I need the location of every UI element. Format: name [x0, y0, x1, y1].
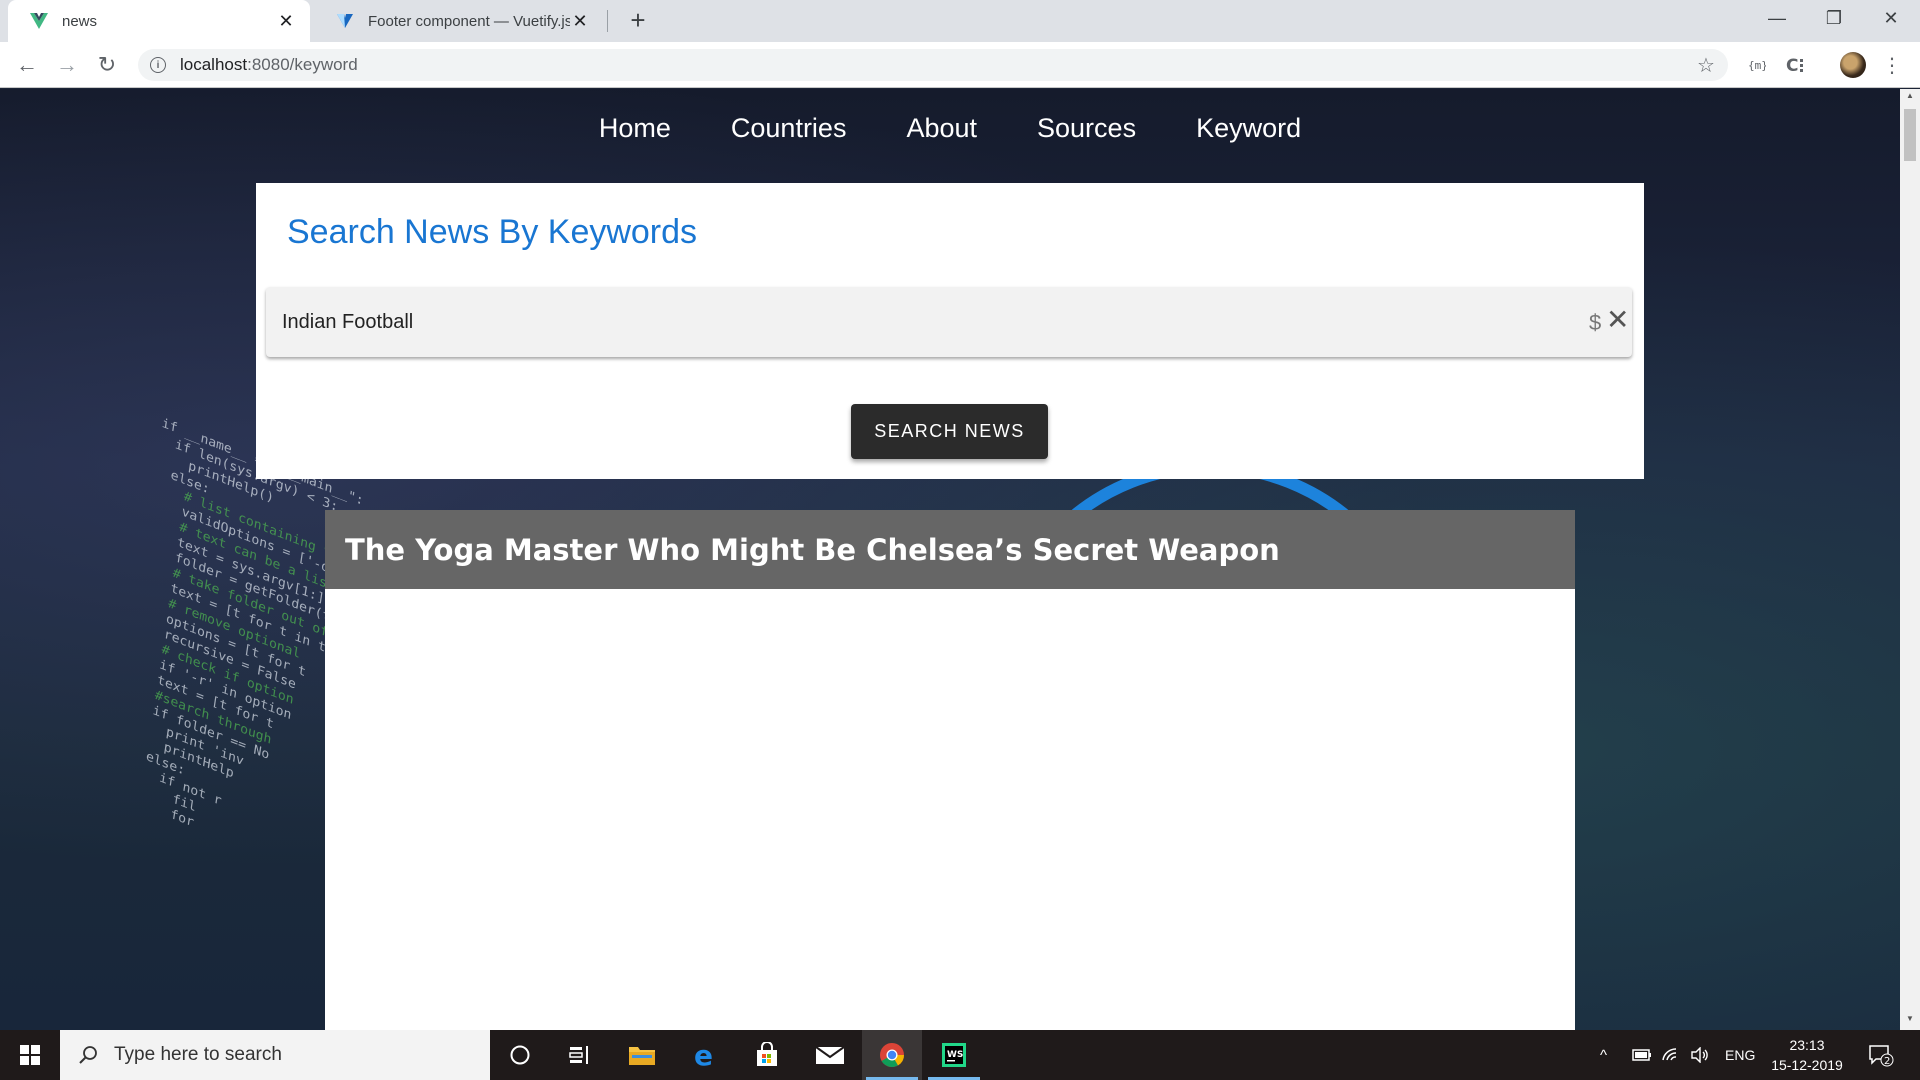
scroll-up-arrow[interactable]: ▲ [1900, 91, 1920, 107]
svg-text:WS: WS [947, 1050, 963, 1060]
notification-count: 2 [1884, 1056, 1890, 1067]
page-viewport: if __name__ == "__main__": if len(sys.ar… [0, 89, 1900, 1030]
language-indicator[interactable]: ENG [1725, 1030, 1755, 1080]
site-info-icon[interactable]: i [150, 57, 166, 73]
volume-icon[interactable] [1690, 1030, 1710, 1080]
battery-icon[interactable] [1632, 1030, 1652, 1080]
minimize-button[interactable]: — [1748, 0, 1806, 36]
cortana-icon[interactable] [490, 1030, 550, 1080]
article-title[interactable]: The Yoga Master Who Might Be Chelsea’s S… [345, 533, 1280, 567]
taskbar-search-placeholder: Type here to search [114, 1044, 282, 1065]
tab-bar: news ✕ Footer component — Vuetify.js ✕ +… [0, 0, 1920, 42]
search-heading: Search News By Keywords [287, 213, 698, 251]
svg-text:{m}: {m} [1748, 59, 1766, 72]
scrollbar-thumb[interactable] [1904, 109, 1916, 161]
reload-button[interactable]: ↻ [92, 50, 122, 80]
action-center-icon[interactable]: 2 [1868, 1030, 1894, 1080]
extension-icon[interactable]: {m} [1745, 53, 1769, 77]
maximize-button[interactable]: ❐ [1805, 0, 1863, 36]
scroll-down-arrow[interactable]: ▼ [1900, 1014, 1920, 1030]
svg-text:e: e [694, 1042, 713, 1068]
windows-logo-icon [20, 1045, 40, 1065]
nav-sources[interactable]: Sources [1007, 89, 1166, 169]
back-button[interactable]: ← [12, 50, 42, 80]
keyword-input[interactable] [282, 307, 1482, 337]
browser-menu-icon[interactable]: ⋮ [1880, 53, 1904, 77]
browser-toolbar: ← → ↻ i localhost:8080/keyword ☆ {m} C ⋮ [0, 42, 1920, 88]
main-nav: Home Countries About Sources Keyword [0, 89, 1900, 169]
close-tab-icon[interactable]: ✕ [570, 11, 590, 32]
address-bar[interactable]: i localhost:8080/keyword [138, 49, 1728, 81]
chrome-icon[interactable] [862, 1030, 922, 1080]
bookmark-star-icon[interactable]: ☆ [1694, 53, 1718, 77]
nav-keyword[interactable]: Keyword [1166, 89, 1331, 169]
url-host: localhost [180, 55, 248, 74]
tab-divider [607, 10, 608, 32]
store-icon[interactable] [737, 1030, 797, 1080]
close-window-button[interactable]: ✕ [1862, 0, 1920, 36]
clock-date: 15-12-2019 [1771, 1057, 1843, 1073]
edge-browser-icon[interactable]: e [676, 1030, 736, 1080]
close-tab-icon[interactable]: ✕ [276, 11, 296, 32]
page-scrollbar[interactable]: ▲ ▼ [1900, 89, 1920, 1030]
nav-countries[interactable]: Countries [701, 89, 877, 169]
nav-home[interactable]: Home [569, 89, 701, 169]
windows-taskbar: Type here to search e WS ^ ENG 23:13 15-… [0, 1030, 1920, 1080]
search-news-button[interactable]: SEARCH NEWS [851, 404, 1048, 459]
vuetify-logo-icon [336, 12, 354, 30]
webstorm-icon[interactable]: WS [924, 1030, 984, 1080]
tray-overflow-icon[interactable]: ^ [1600, 1030, 1607, 1080]
article-title-bar: The Yoga Master Who Might Be Chelsea’s S… [325, 510, 1575, 589]
extension-c-icon[interactable]: C [1784, 53, 1808, 77]
profile-avatar[interactable] [1840, 52, 1866, 78]
file-explorer-icon[interactable] [612, 1030, 672, 1080]
svg-text:C: C [1786, 56, 1798, 74]
nav-about[interactable]: About [876, 89, 1007, 169]
start-button[interactable] [0, 1030, 60, 1080]
clock-time: 23:13 [1789, 1037, 1825, 1053]
tab-title: news [62, 12, 98, 30]
tab-vuetify-footer[interactable]: Footer component — Vuetify.js ✕ [314, 0, 604, 42]
taskbar-clock[interactable]: 23:13 15-12-2019 [1762, 1035, 1852, 1075]
task-view-icon[interactable] [550, 1030, 610, 1080]
forward-button[interactable]: → [52, 50, 82, 80]
taskbar-search-box[interactable]: Type here to search [60, 1030, 490, 1080]
vue-logo-icon [30, 12, 48, 30]
new-tab-button[interactable]: + [624, 6, 652, 34]
clear-icon[interactable]: ✕ [1606, 303, 1629, 336]
keyword-search-field[interactable]: $ ✕ [266, 287, 1632, 357]
search-icon [78, 1045, 98, 1065]
dollar-icon: $ [1589, 310, 1602, 335]
mail-icon[interactable] [800, 1030, 860, 1080]
tab-news[interactable]: news ✕ [8, 0, 310, 42]
news-article-card: The Yoga Master Who Might Be Chelsea’s S… [325, 510, 1575, 1030]
url-path: :8080/keyword [247, 55, 358, 74]
wifi-icon[interactable] [1662, 1030, 1680, 1080]
tab-title: Footer component — Vuetify.js [368, 12, 570, 30]
